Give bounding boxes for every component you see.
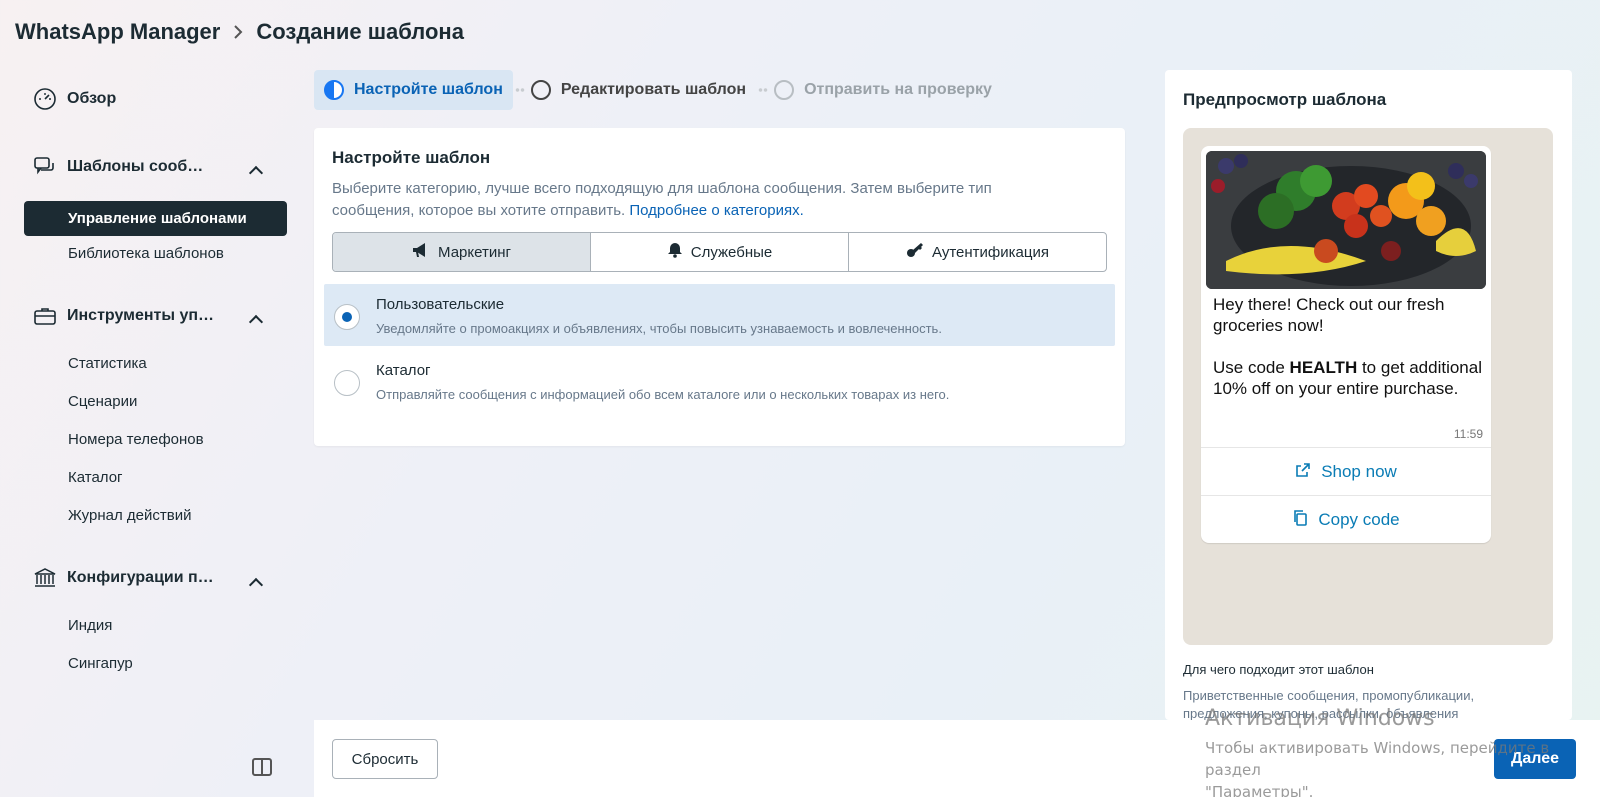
setup-card: Настройте шаблон Выберите категорию, луч… — [314, 128, 1125, 446]
use-case-description: Приветственные сообщения, промопубликаци… — [1183, 688, 1475, 721]
app-title[interactable]: WhatsApp Manager — [15, 19, 220, 45]
sidebar-item-phone-numbers[interactable]: Номера телефонов — [68, 431, 204, 448]
sidebar: Обзор Шаблоны сооб… Управление шаблонами… — [0, 70, 300, 797]
briefcase-icon — [33, 304, 57, 328]
copy-icon — [1292, 509, 1308, 531]
sidebar-item-flows[interactable]: Сценарии — [68, 393, 137, 410]
chevron-up-icon[interactable] — [248, 165, 264, 181]
circle-icon — [774, 80, 795, 100]
groceries-image — [1206, 151, 1486, 289]
chat-icon — [33, 155, 57, 179]
half-circle-icon — [324, 80, 344, 100]
sidebar-item-activity-log[interactable]: Журнал действий — [68, 507, 191, 524]
chevron-up-icon[interactable] — [248, 577, 264, 593]
message-bubble: Hey there! Check out our fresh groceries… — [1201, 146, 1491, 543]
copy-code-button[interactable]: Copy code — [1201, 495, 1491, 543]
preview-title: Предпросмотр шаблона — [1183, 90, 1387, 109]
template-preview-panel: Предпросмотр шаблона Hey there! Check ou… — [1165, 70, 1572, 721]
chevron-up-icon[interactable] — [248, 314, 264, 330]
sidebar-item-manage-templates[interactable]: Управление шаблонами — [24, 201, 287, 236]
collapse-sidebar-icon[interactable] — [252, 758, 272, 776]
reset-button[interactable]: Сбросить — [332, 739, 438, 779]
step-submit: Отправить на проверку — [770, 70, 1002, 110]
sidebar-group-tools[interactable]: Инструменты уп… — [33, 304, 214, 328]
breadcrumb: WhatsApp Manager Создание шаблона — [15, 16, 464, 48]
category-authentication-button[interactable]: Аутентификация — [849, 233, 1106, 271]
step-edit[interactable]: Редактировать шаблон — [527, 70, 756, 110]
key-icon — [906, 242, 924, 262]
step-setup[interactable]: Настройте шаблон — [314, 70, 513, 110]
sidebar-item-india[interactable]: Индия — [68, 617, 112, 634]
radio-selected[interactable] — [334, 304, 360, 330]
message-time: 11:59 — [1453, 427, 1483, 441]
footer-bar: Сбросить Далее — [314, 720, 1600, 797]
sidebar-item-singapore[interactable]: Сингапур — [68, 655, 133, 672]
page-title: Создание шаблона — [256, 19, 464, 44]
external-link-icon — [1295, 462, 1311, 482]
shop-now-button[interactable]: Shop now — [1201, 447, 1491, 495]
category-marketing-button[interactable]: Маркетинг — [333, 233, 591, 271]
next-button[interactable]: Далее — [1494, 739, 1576, 779]
message-body: Hey there! Check out our fresh groceries… — [1213, 295, 1482, 398]
chevron-right-icon — [232, 24, 244, 40]
stepper: Настройте шаблон Редактировать шаблон От… — [314, 70, 1002, 110]
sidebar-group-templates[interactable]: Шаблоны сооб… — [33, 155, 203, 179]
radio-unselected[interactable] — [334, 370, 360, 396]
setup-description: Выберите категорию, лучше всего подходящ… — [332, 180, 992, 219]
sidebar-item-overview[interactable]: Обзор — [33, 87, 116, 111]
megaphone-icon — [412, 242, 430, 262]
sidebar-group-config[interactable]: Конфигурации п… — [33, 566, 214, 590]
bell-icon — [667, 242, 683, 262]
sidebar-item-catalog[interactable]: Каталог — [68, 469, 123, 486]
option-custom[interactable]: Пользовательские Уведомляйте о промоакци… — [324, 284, 1115, 346]
step-connector — [758, 88, 769, 92]
step-connector — [514, 88, 525, 92]
category-selector: Маркетинг Служебные Аутентификация — [332, 232, 1107, 272]
option-catalog[interactable]: Каталог Отправляйте сообщения с информац… — [324, 350, 1115, 412]
setup-title: Настройте шаблон — [332, 148, 491, 167]
bank-icon — [33, 566, 57, 590]
sidebar-item-statistics[interactable]: Статистика — [68, 355, 147, 372]
categories-link[interactable]: Подробнее о категориях. — [629, 202, 803, 219]
dashboard-icon — [33, 87, 57, 111]
circle-icon — [530, 80, 551, 100]
chat-background: Hey there! Check out our fresh groceries… — [1183, 128, 1553, 645]
sidebar-item-template-library[interactable]: Библиотека шаблонов — [68, 245, 224, 262]
use-case-title: Для чего подходит этот шаблон — [1183, 662, 1374, 677]
category-utility-button[interactable]: Служебные — [591, 233, 849, 271]
